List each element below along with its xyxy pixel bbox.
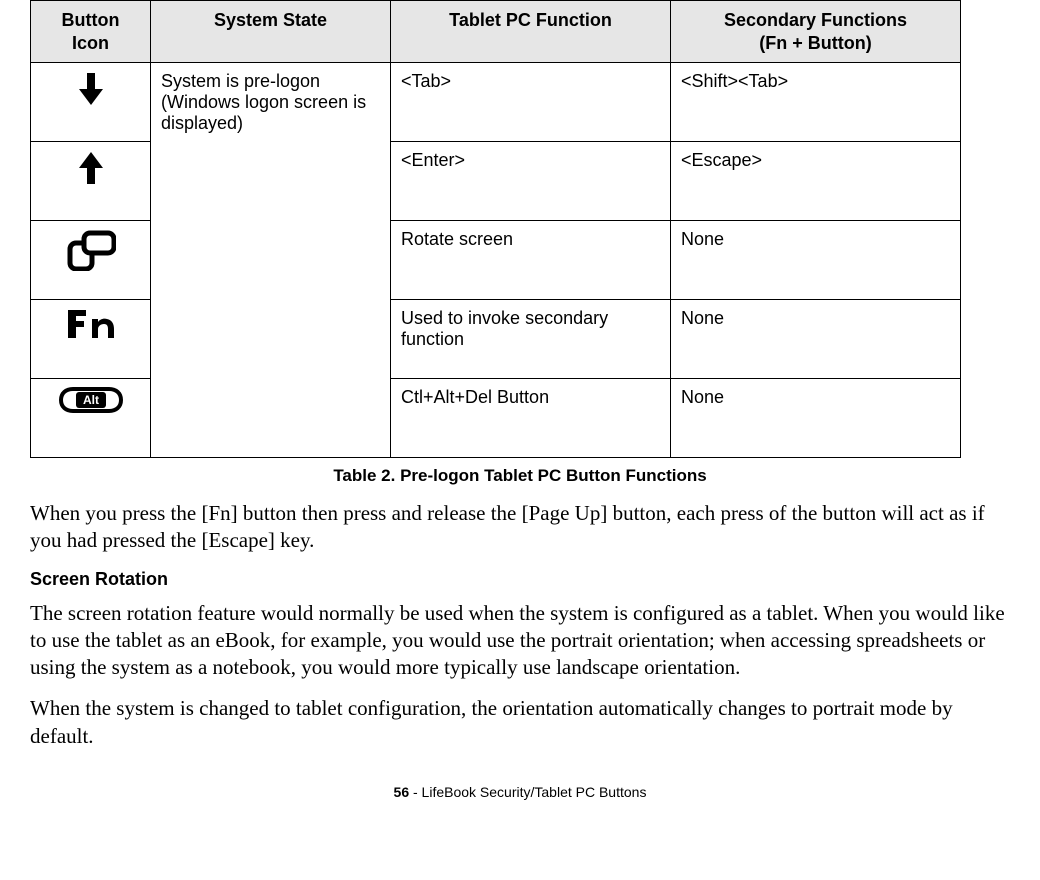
footer-title: - LifeBook Security/Tablet PC Buttons	[409, 784, 646, 800]
alt-icon: Alt	[41, 387, 140, 413]
cell-secondary: None	[671, 300, 961, 379]
fn-icon	[41, 308, 140, 340]
th-secondary: Secondary Functions (Fn + Button)	[671, 1, 961, 63]
button-functions-table: Button Icon System State Tablet PC Funct…	[30, 0, 961, 458]
cell-function: Ctl+Alt+Del Button	[391, 379, 671, 458]
th-button-icon: Button Icon	[31, 1, 151, 63]
table-caption: Table 2. Pre-logon Tablet PC Button Func…	[30, 466, 1010, 486]
system-state-cell: System is pre-logon (Windows logon scree…	[151, 63, 391, 458]
page-footer: 56 - LifeBook Security/Tablet PC Buttons	[30, 784, 1010, 800]
paragraph-rotation-default: When the system is changed to tablet con…	[30, 695, 1010, 750]
svg-text:Alt: Alt	[83, 393, 99, 407]
rotate-icon	[41, 229, 140, 271]
subhead-screen-rotation: Screen Rotation	[30, 569, 1010, 590]
cell-secondary: None	[671, 221, 961, 300]
cell-function: Used to invoke secondary function	[391, 300, 671, 379]
up-arrow-icon	[41, 150, 140, 186]
paragraph-fn-escape: When you press the [Fn] button then pres…	[30, 500, 1010, 555]
cell-function: <Enter>	[391, 142, 671, 221]
cell-secondary: <Shift><Tab>	[671, 63, 961, 142]
cell-function: <Tab>	[391, 63, 671, 142]
down-arrow-icon	[41, 71, 140, 107]
table-row: System is pre-logon (Windows logon scree…	[31, 63, 961, 142]
page-number: 56	[394, 784, 410, 800]
th-system-state: System State	[151, 1, 391, 63]
cell-secondary: <Escape>	[671, 142, 961, 221]
cell-secondary: None	[671, 379, 961, 458]
cell-function: Rotate screen	[391, 221, 671, 300]
paragraph-rotation-desc: The screen rotation feature would normal…	[30, 600, 1010, 682]
th-function: Tablet PC Function	[391, 1, 671, 63]
